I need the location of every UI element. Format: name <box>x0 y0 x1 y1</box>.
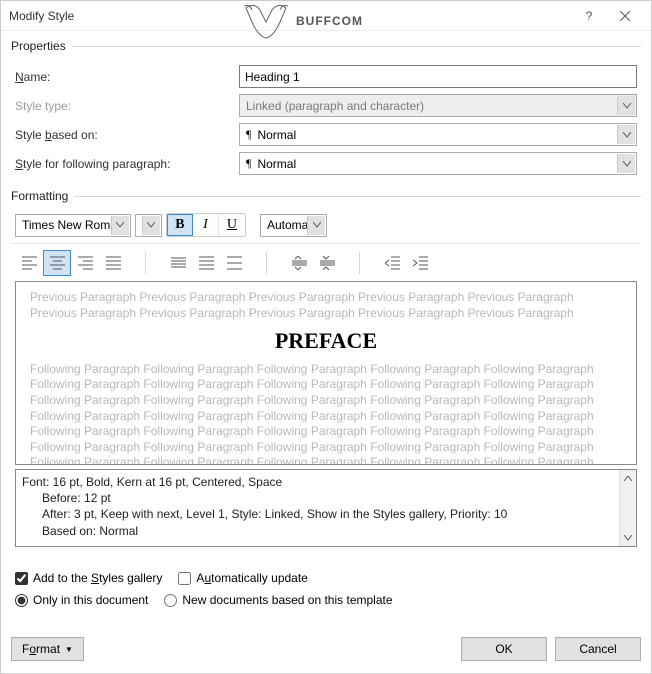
auto-update-input[interactable] <box>178 572 191 585</box>
align-left-button[interactable] <box>15 250 43 276</box>
align-justify-icon <box>106 256 121 270</box>
properties-legend: Properties <box>11 39 72 53</box>
close-button[interactable] <box>607 2 643 30</box>
dialog-title: Modify Style <box>9 9 571 23</box>
titlebar: Modify Style ? <box>1 1 651 31</box>
checkbox-row: Add to the Styles gallery Automatically … <box>11 563 641 589</box>
align-center-button[interactable] <box>43 250 71 276</box>
decrease-para-space-button[interactable] <box>313 250 341 276</box>
modify-style-dialog: Modify Style ? BUFFCOM Properties Name: … <box>0 0 652 674</box>
chevron-down-icon[interactable] <box>142 216 160 235</box>
formatting-group: Formatting Times New Roman 16 B I U Au <box>11 189 641 559</box>
based-on-value: Normal <box>257 128 296 142</box>
help-button[interactable]: ? <box>571 2 607 30</box>
following-value: Normal <box>257 157 296 171</box>
increase-para-space-button[interactable] <box>285 250 313 276</box>
formatting-legend: Formatting <box>11 189 74 203</box>
based-on-label: Style based on: <box>15 128 235 142</box>
preview-previous: Previous Paragraph Previous Paragraph Pr… <box>30 290 622 321</box>
format-button[interactable]: Format ▼ <box>11 637 84 661</box>
scroll-down-icon[interactable] <box>620 529 636 546</box>
scrollbar[interactable] <box>619 470 636 546</box>
only-document-radio[interactable]: Only in this document <box>15 593 148 607</box>
name-input[interactable] <box>239 65 637 88</box>
chevron-down-icon[interactable] <box>307 216 325 235</box>
preview-pane: Previous Paragraph Previous Paragraph Pr… <box>15 281 637 465</box>
desc-line: Before: 12 pt <box>22 490 630 506</box>
decrease-indent-button[interactable] <box>378 250 406 276</box>
desc-line: After: 3 pt, Keep with next, Level 1, St… <box>22 506 630 522</box>
following-combo[interactable]: ¶ Normal <box>239 152 637 175</box>
radio-row: Only in this document New documents base… <box>11 589 641 613</box>
desc-line: Font: 16 pt, Bold, Kern at 16 pt, Center… <box>22 474 630 490</box>
close-icon <box>620 11 630 21</box>
decrease-indent-icon <box>385 256 400 270</box>
pilcrow-icon: ¶ <box>246 127 251 142</box>
desc-line: Based on: Normal <box>22 523 630 539</box>
name-label: Name: <box>15 70 235 84</box>
auto-update-checkbox[interactable]: Automatically update <box>178 571 307 585</box>
cancel-button[interactable]: Cancel <box>555 637 641 661</box>
size-combo[interactable]: 16 <box>135 214 162 237</box>
increase-para-space-icon <box>292 256 307 270</box>
new-documents-input[interactable] <box>164 594 177 607</box>
preview-following: Following Paragraph Following Paragraph … <box>30 362 622 465</box>
underline-button[interactable]: U <box>219 214 245 236</box>
based-on-combo[interactable]: ¶ Normal <box>239 123 637 146</box>
font-color-combo[interactable]: Automatic <box>260 214 327 237</box>
italic-button[interactable]: I <box>193 214 219 236</box>
decrease-para-space-icon <box>320 256 335 270</box>
pilcrow-icon: ¶ <box>246 156 251 171</box>
para-spacing-group <box>285 250 341 276</box>
preview-sample: PREFACE <box>30 327 622 356</box>
bold-button[interactable]: B <box>167 214 193 236</box>
increase-indent-icon <box>413 256 428 270</box>
chevron-down-icon[interactable] <box>617 154 635 173</box>
style-type-value: Linked (paragraph and character) <box>246 99 424 113</box>
style-description: Font: 16 pt, Bold, Kern at 16 pt, Center… <box>15 469 637 547</box>
properties-group: Properties Name: Style type: Linked (par… <box>11 39 641 185</box>
chevron-down-icon[interactable] <box>617 125 635 144</box>
font-value: Times New Roman <box>22 218 124 232</box>
dialog-footer: Format ▼ OK Cancel <box>1 627 651 673</box>
spacing-15-button[interactable] <box>192 250 220 276</box>
align-right-button[interactable] <box>71 250 99 276</box>
separator <box>359 252 360 274</box>
ok-button[interactable]: OK <box>461 637 547 661</box>
spacing-2-button[interactable] <box>220 250 248 276</box>
following-label: Style for following paragraph: <box>15 157 235 171</box>
style-type-combo: Linked (paragraph and character) <box>239 94 637 117</box>
align-left-icon <box>22 256 37 270</box>
spacing-15-icon <box>199 256 214 270</box>
spacing-2-icon <box>227 256 242 270</box>
spacing-group <box>164 250 248 276</box>
indent-group <box>378 250 434 276</box>
spacing-1-icon <box>171 256 186 270</box>
add-to-gallery-input[interactable] <box>15 572 28 585</box>
align-justify-button[interactable] <box>99 250 127 276</box>
separator <box>145 252 146 274</box>
chevron-down-icon: ▼ <box>65 645 73 654</box>
add-to-gallery-checkbox[interactable]: Add to the Styles gallery <box>15 571 162 585</box>
chevron-down-icon[interactable] <box>111 216 129 235</box>
align-group <box>15 250 127 276</box>
spacing-1-button[interactable] <box>164 250 192 276</box>
style-type-label: Style type: <box>15 99 235 113</box>
new-documents-radio[interactable]: New documents based on this template <box>164 593 392 607</box>
align-center-icon <box>50 256 65 270</box>
increase-indent-button[interactable] <box>406 250 434 276</box>
chevron-down-icon <box>617 96 635 115</box>
font-style-group: B I U <box>166 213 246 237</box>
scroll-up-icon[interactable] <box>620 470 636 487</box>
align-right-icon <box>78 256 93 270</box>
font-combo[interactable]: Times New Roman <box>15 214 131 237</box>
only-document-input[interactable] <box>15 594 28 607</box>
separator <box>266 252 267 274</box>
